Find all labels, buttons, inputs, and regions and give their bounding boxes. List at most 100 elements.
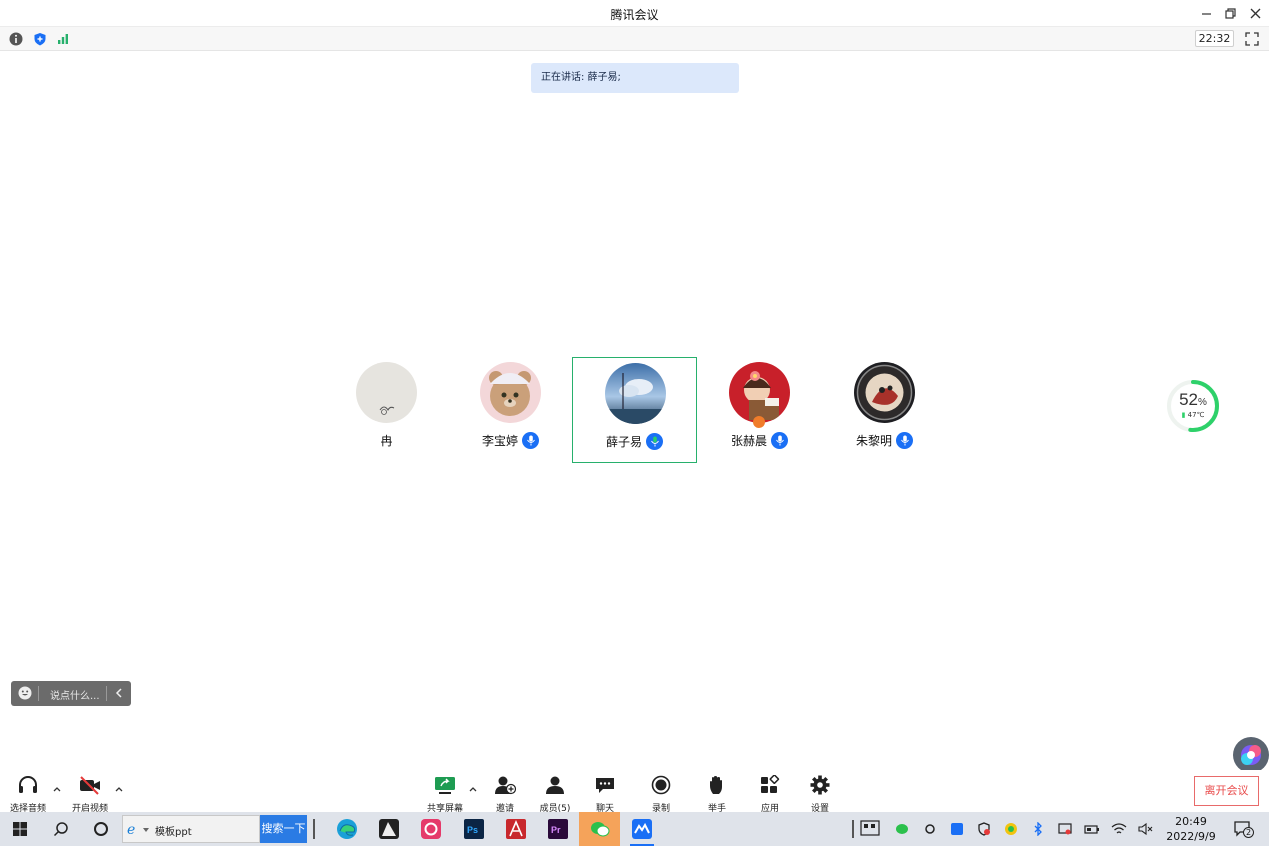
system-date: 2022/9/9 bbox=[1166, 830, 1216, 843]
minimize-button[interactable] bbox=[1195, 3, 1217, 23]
os-taskbar: e 模板ppt 搜索一下 Ps Pr 20:49 2022/9/9 2 bbox=[0, 812, 1269, 846]
svg-text:e: e bbox=[127, 822, 135, 836]
participant-tile[interactable]: 李宝婷 bbox=[448, 357, 573, 463]
edge-browser-icon[interactable] bbox=[335, 817, 359, 841]
participant-tile[interactable]: 冉 bbox=[324, 357, 449, 463]
hand-icon bbox=[705, 774, 729, 796]
meeting-window: 腾讯会议 22:32 正在讲话: 薛子易; 冉 李宝婷 薛子易 张赫晨 朱黎明 … bbox=[0, 0, 1269, 846]
share-screen-icon bbox=[433, 774, 457, 796]
leave-meeting-button[interactable]: 离开会议 bbox=[1194, 776, 1259, 806]
audio-options-chevron-icon[interactable] bbox=[52, 784, 62, 794]
thermometer-icon: ▮ bbox=[1181, 411, 1186, 419]
dropdown-arrow-icon bbox=[143, 828, 149, 832]
members-icon bbox=[543, 774, 567, 796]
photoshop-icon[interactable]: Ps bbox=[462, 817, 486, 841]
video-button[interactable]: 开启视频 bbox=[65, 774, 115, 814]
avatar bbox=[729, 362, 790, 423]
creative-cloud-icon[interactable] bbox=[419, 817, 443, 841]
participant-name: 李宝婷 bbox=[481, 434, 518, 448]
browser-search-button[interactable]: 搜索一下 bbox=[260, 815, 307, 843]
invite-button[interactable]: 邀请 bbox=[480, 774, 530, 814]
network-signal-icon[interactable] bbox=[55, 31, 71, 47]
participant-tile[interactable]: 朱黎明 bbox=[822, 357, 947, 463]
wifi-icon[interactable] bbox=[1111, 821, 1127, 837]
notification-center-icon[interactable]: 2 bbox=[1233, 819, 1254, 839]
apps-button[interactable]: 应用 bbox=[745, 774, 795, 814]
avatar bbox=[605, 363, 666, 424]
wechat-tray-icon[interactable] bbox=[894, 821, 910, 837]
search-icon[interactable] bbox=[49, 817, 73, 841]
settings-button[interactable]: 设置 bbox=[795, 774, 845, 814]
raise-hand-button[interactable]: 举手 bbox=[692, 774, 742, 814]
participant-tile[interactable]: 张赫晨 bbox=[697, 357, 822, 463]
premiere-icon[interactable]: Pr bbox=[546, 817, 570, 841]
bluetooth-icon[interactable] bbox=[1030, 821, 1046, 837]
mic-on-icon bbox=[522, 432, 539, 449]
input-method-icon[interactable] bbox=[860, 820, 880, 837]
task-view-icon[interactable] bbox=[89, 817, 113, 841]
meeting-info-bar: 22:32 bbox=[0, 27, 1269, 51]
record-icon bbox=[649, 774, 673, 796]
close-button[interactable] bbox=[1244, 3, 1266, 23]
windows-start-icon[interactable] bbox=[8, 817, 32, 841]
close-icon bbox=[1250, 8, 1260, 18]
participant-tile-active[interactable]: 薛子易 bbox=[572, 357, 697, 463]
info-icon[interactable] bbox=[8, 31, 24, 47]
share-screen-button[interactable]: 共享屏幕 bbox=[420, 774, 470, 814]
security-tray-icon[interactable] bbox=[1003, 821, 1019, 837]
meeting-timer: 22:32 bbox=[1195, 30, 1234, 47]
cpu-temperature: 47℃ bbox=[1187, 411, 1205, 419]
camera-off-icon bbox=[78, 774, 102, 796]
minimize-icon bbox=[1201, 12, 1211, 15]
autocad-icon[interactable] bbox=[504, 817, 528, 841]
gear-icon bbox=[808, 774, 832, 796]
system-time: 20:49 bbox=[1175, 815, 1207, 828]
cpu-usage-gauge[interactable]: 52% ▮ 47℃ bbox=[1165, 378, 1221, 434]
volume-muted-icon[interactable] bbox=[1138, 821, 1154, 837]
host-badge-icon bbox=[753, 416, 765, 428]
defender-shield-icon[interactable] bbox=[976, 821, 992, 837]
audio-button[interactable]: 选择音频 bbox=[3, 774, 53, 814]
inkscape-app-icon[interactable] bbox=[377, 817, 401, 841]
video-options-chevron-icon[interactable] bbox=[114, 784, 124, 794]
gear-tray-icon[interactable] bbox=[922, 821, 938, 837]
share-options-chevron-icon[interactable] bbox=[468, 784, 478, 794]
participant-name: 朱黎明 bbox=[855, 434, 892, 448]
participant-name: 冉 bbox=[380, 434, 393, 448]
restore-icon bbox=[1224, 7, 1236, 19]
tencent-meeting-icon[interactable] bbox=[630, 817, 654, 841]
avatar bbox=[480, 362, 541, 423]
avatar bbox=[854, 362, 915, 423]
wechat-icon[interactable] bbox=[588, 817, 612, 841]
screen-record-tray-icon[interactable] bbox=[1057, 821, 1073, 837]
record-button[interactable]: 录制 bbox=[636, 774, 686, 814]
notification-count: 2 bbox=[1243, 827, 1254, 838]
assistant-floating-icon[interactable] bbox=[1233, 737, 1269, 773]
svg-text:Pr: Pr bbox=[551, 825, 561, 835]
emoji-icon bbox=[18, 686, 32, 700]
mic-on-icon bbox=[771, 432, 788, 449]
restore-button[interactable] bbox=[1219, 3, 1241, 23]
browser-search-box[interactable]: e 模板ppt bbox=[122, 815, 260, 843]
meeting-toolbar: 选择音频 开启视频 共享屏幕 邀请 成员(5) 聊天 录制 举手 应用 设置 bbox=[0, 770, 1269, 814]
members-button[interactable]: 成员(5) bbox=[530, 774, 580, 814]
system-clock[interactable]: 20:49 2022/9/9 bbox=[1163, 814, 1219, 844]
chat-quick-input[interactable]: 说点什么... bbox=[11, 681, 131, 706]
headset-icon bbox=[16, 774, 40, 796]
svg-text:Ps: Ps bbox=[467, 825, 478, 835]
participant-name: 薛子易 bbox=[605, 435, 642, 449]
browser-search-text: 模板ppt bbox=[155, 827, 192, 838]
title-bar: 腾讯会议 bbox=[0, 0, 1269, 27]
battery-icon[interactable] bbox=[1084, 821, 1100, 837]
mic-on-icon bbox=[896, 432, 913, 449]
chat-bubble-icon bbox=[593, 774, 617, 796]
apps-grid-icon bbox=[758, 774, 782, 796]
avatar bbox=[356, 362, 417, 423]
speaking-indicator: 正在讲话: 薛子易; bbox=[531, 63, 739, 93]
chat-button[interactable]: 聊天 bbox=[580, 774, 630, 814]
tencent-meeting-tray-icon[interactable] bbox=[949, 821, 965, 837]
mic-speaking-icon bbox=[646, 433, 663, 450]
fullscreen-icon[interactable] bbox=[1244, 31, 1260, 47]
security-shield-icon[interactable] bbox=[32, 31, 48, 47]
window-title: 腾讯会议 bbox=[610, 8, 659, 22]
